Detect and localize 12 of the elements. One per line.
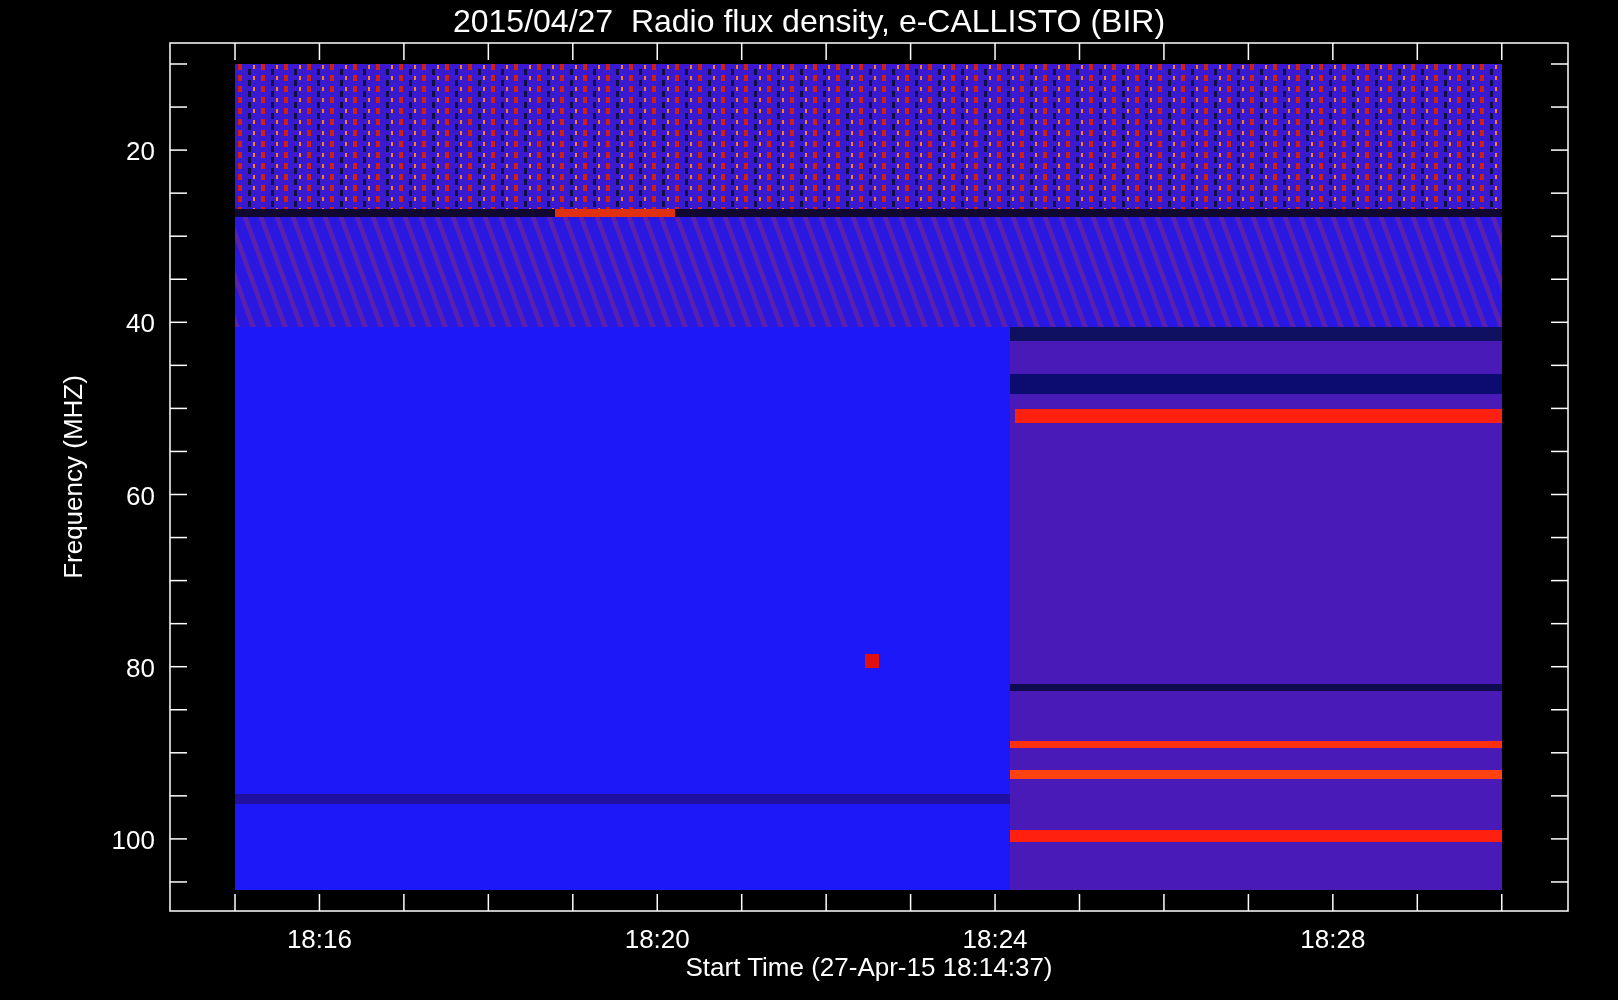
x-tick-label: 18:28	[1300, 924, 1366, 954]
y-tick-label: 60	[126, 480, 155, 511]
x-tick-label: 18:24	[962, 924, 1028, 954]
x-axis-label: Start Time (27-Apr-15 18:14:37)	[685, 952, 1053, 982]
y-tick-label: 100	[111, 824, 155, 855]
y-axis-label: Frequency (MHZ)	[58, 375, 88, 579]
x-tick-label: 18:20	[624, 924, 690, 954]
chart-title: 2015/04/27 Radio flux density, e-CALLISTO (BIR)	[452, 3, 1166, 39]
y-tick-label: 80	[126, 652, 155, 683]
y-tick-label: 40	[126, 308, 155, 339]
x-tick-label: 18:16	[286, 924, 352, 954]
y-tick-label: 20	[126, 136, 155, 167]
